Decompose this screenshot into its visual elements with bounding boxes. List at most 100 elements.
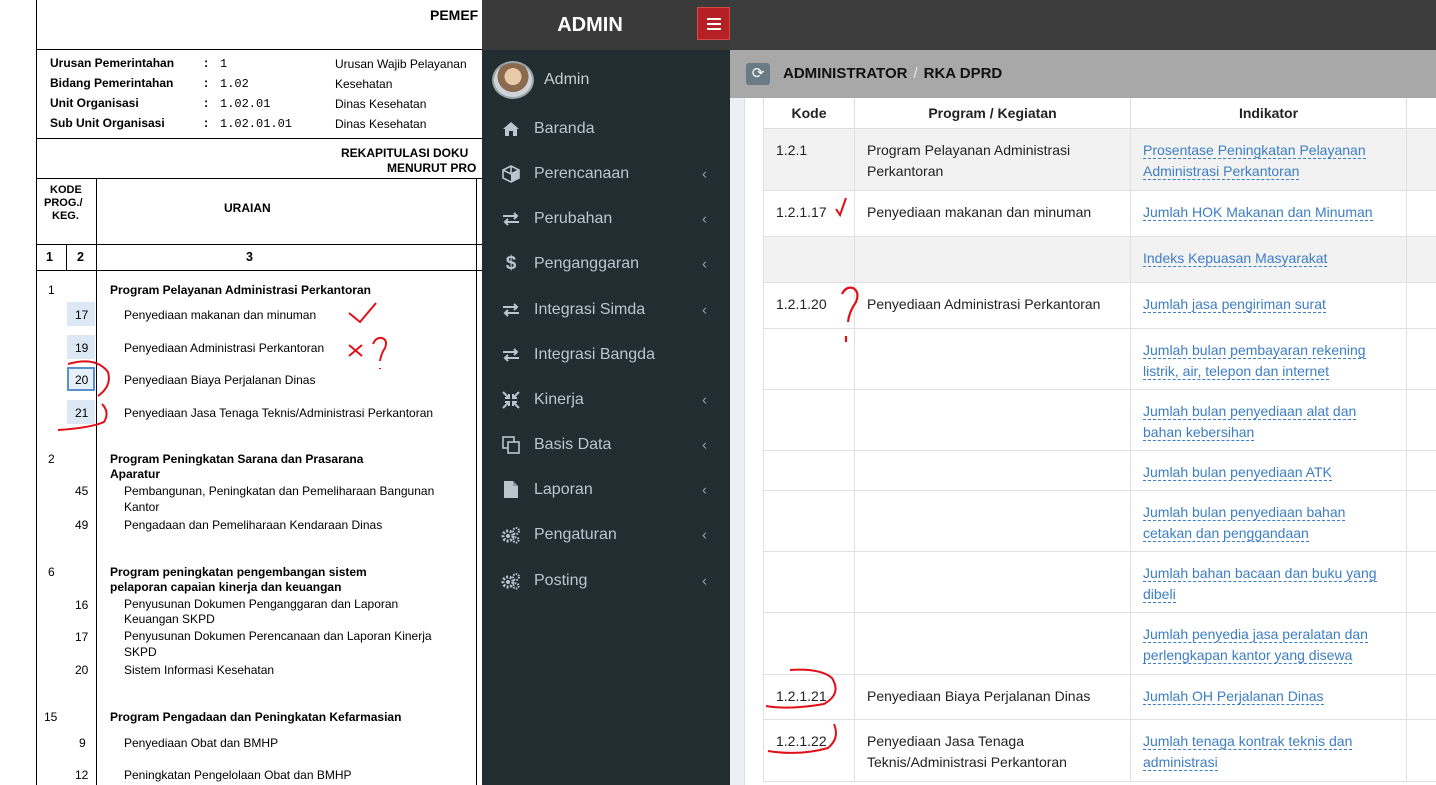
- indikator-link[interactable]: Jumlah OH Perjalanan Dinas: [1143, 687, 1324, 705]
- indikator-link[interactable]: Indeks Kepuasan Masyarakat: [1143, 249, 1328, 267]
- cell-program: [854, 489, 1131, 552]
- cell-program: [854, 449, 1131, 491]
- cell-extra: [1406, 388, 1436, 451]
- clone-icon: [501, 435, 521, 455]
- sidebar-item-basis-data[interactable]: Basis Data ‹: [482, 422, 730, 467]
- cell-kode: [763, 449, 855, 491]
- sidebar-item-laporan[interactable]: Laporan ‹: [482, 467, 730, 512]
- sidebar-item-integrasi-simda[interactable]: Integrasi Simda ‹: [482, 287, 730, 332]
- exchange-icon: [501, 345, 521, 365]
- sidebar-item-penganggaran[interactable]: $ Penganggaran ‹: [482, 241, 730, 286]
- chevron-left-icon: ‹: [702, 526, 707, 543]
- sidebar-item-label: Penganggaran: [534, 254, 639, 272]
- sidebar-item-label: Perencanaan: [534, 164, 630, 182]
- chevron-left-icon: ‹: [702, 391, 707, 408]
- top-navbar: [730, 0, 1436, 50]
- cell-kode: 1.2.1.21: [763, 673, 855, 720]
- compress-icon: [501, 390, 521, 410]
- sidebar-item-integrasi-bangda[interactable]: Integrasi Bangda: [482, 332, 730, 377]
- cell-indikator: Jumlah bahan bacaan dan buku yang dibeli: [1130, 550, 1407, 613]
- cell-kode: 1.2.1.20: [763, 281, 855, 329]
- cell-indikator: Jumlah bulan pembayaran rekening listrik…: [1130, 327, 1407, 390]
- sidebar-item-perencanaan[interactable]: Perencanaan ‹: [482, 151, 730, 196]
- indikator-link[interactable]: Jumlah bulan penyediaan bahan cetakan da…: [1143, 503, 1346, 542]
- table-row: 1.2.1.17 Penyediaan makanan dan minuman …: [763, 189, 1436, 237]
- table-row: 1.2.1.20 Penyediaan Administrasi Perkant…: [763, 281, 1436, 329]
- cell-indikator: Jumlah jasa pengiriman surat: [1130, 281, 1407, 329]
- cell-kode: 1.2.1: [763, 127, 855, 191]
- breadcrumb-item[interactable]: ADMINISTRATOR: [783, 65, 907, 82]
- exchange-icon: [501, 209, 521, 229]
- cell-extra: [1406, 449, 1436, 491]
- screenshot-root: PEMEF Urusan Pemerintahan Bidang Pemerin…: [0, 0, 1436, 785]
- table-panel: Kode Program / Kegiatan Indikator 1.2.1 …: [744, 98, 1436, 785]
- sidebar-item-label: Kinerja: [534, 390, 584, 408]
- indikator-link[interactable]: Prosentase Peningkatan Pelayanan Adminis…: [1143, 141, 1366, 180]
- chevron-left-icon: ‹: [702, 255, 707, 272]
- cell-program: Penyediaan Administrasi Perkantoran: [854, 281, 1131, 329]
- column-header-indikator: Indikator: [1130, 98, 1407, 129]
- refresh-icon[interactable]: ⟳: [746, 63, 770, 85]
- table-row: Jumlah bulan penyediaan alat dan bahan k…: [763, 388, 1436, 451]
- cell-program: Penyediaan makanan dan minuman: [854, 189, 1131, 237]
- sidebar-item-perubahan[interactable]: Perubahan ‹: [482, 196, 730, 241]
- indikator-link[interactable]: Jumlah bulan pembayaran rekening listrik…: [1143, 341, 1366, 380]
- bracket-annotation: [67, 360, 110, 397]
- table-header-row: Kode Program / Kegiatan Indikator: [763, 98, 1436, 129]
- table-row: 1.2.1.22 Penyediaan Jasa Tenaga Teknis/A…: [763, 718, 1436, 782]
- cell-program: Penyediaan Biaya Perjalanan Dinas: [854, 673, 1131, 720]
- exchange-icon: [501, 300, 521, 320]
- table-row: Jumlah bulan penyediaan bahan cetakan da…: [763, 489, 1436, 552]
- cell-indikator: Jumlah bulan penyediaan ATK: [1130, 449, 1407, 491]
- cell-program: Program Pelayanan Administrasi Perkantor…: [854, 127, 1131, 191]
- user-name: Admin: [544, 71, 590, 88]
- sidebar-item-label: Integrasi Simda: [534, 300, 646, 318]
- column-header-kode: Kode: [763, 98, 855, 129]
- home-icon: [501, 119, 521, 139]
- sidebar-item-label: Perubahan: [534, 209, 613, 227]
- cell-extra: [1406, 718, 1436, 782]
- cell-extra: [1406, 127, 1436, 191]
- indikator-link[interactable]: Jumlah bulan penyediaan ATK: [1143, 463, 1332, 481]
- column-header-extra: [1406, 98, 1436, 129]
- chevron-left-icon: ‹: [702, 481, 707, 498]
- sidebar-toggle-button[interactable]: [697, 7, 730, 40]
- indikator-link[interactable]: Jumlah jasa pengiriman surat: [1143, 295, 1326, 313]
- cell-extra: [1406, 235, 1436, 283]
- breadcrumb-item: RKA DPRD: [923, 65, 1003, 82]
- dollar-icon: $: [505, 252, 517, 274]
- sidebar-item-kinerja[interactable]: Kinerja ‹: [482, 377, 730, 422]
- sidebar-item-pengaturan[interactable]: Pengaturan ‹: [482, 512, 730, 557]
- cell-program: [854, 611, 1131, 675]
- breadcrumb-separator: /: [913, 65, 918, 82]
- cell-extra: [1406, 611, 1436, 675]
- cell-indikator: Indeks Kepuasan Masyarakat: [1130, 235, 1407, 283]
- indikator-link[interactable]: Jumlah tenaga kontrak teknis dan adminis…: [1143, 732, 1353, 771]
- sidebar-item-baranda[interactable]: Baranda: [482, 106, 730, 151]
- table-scroll-area[interactable]: Kode Program / Kegiatan Indikator 1.2.1 …: [763, 98, 1436, 785]
- cell-indikator: Jumlah bulan penyediaan alat dan bahan k…: [1130, 388, 1407, 451]
- handwritten-annotations: [57, 302, 387, 431]
- app-brand[interactable]: ADMIN: [482, 0, 698, 50]
- chevron-left-icon: ‹: [702, 301, 707, 318]
- cell-indikator: Jumlah HOK Makanan dan Minuman: [1130, 189, 1407, 237]
- checkmark-annotation: [348, 302, 377, 324]
- cell-indikator: Jumlah penyedia jasa peralatan dan perle…: [1130, 611, 1407, 675]
- cell-indikator: Jumlah bulan penyediaan bahan cetakan da…: [1130, 489, 1407, 552]
- cell-kode: [763, 550, 855, 613]
- indikator-link[interactable]: Jumlah bulan penyediaan alat dan bahan k…: [1143, 402, 1357, 441]
- indikator-link[interactable]: Jumlah HOK Makanan dan Minuman: [1143, 203, 1373, 221]
- sidebar-item-label: Baranda: [534, 119, 595, 137]
- cell-kode: [763, 327, 855, 390]
- cell-kode: 1.2.1.22: [763, 718, 855, 782]
- hamburger-icon: [706, 17, 721, 30]
- sidebar-item-posting[interactable]: Posting ‹: [482, 558, 730, 603]
- cell-indikator: Prosentase Peningkatan Pelayanan Adminis…: [1130, 127, 1407, 191]
- table-row: Jumlah bulan pembayaran rekening listrik…: [763, 327, 1436, 390]
- table-row: 1.2.1.21 Penyediaan Biaya Perjalanan Din…: [763, 673, 1436, 720]
- content-area: ⟳ ADMINISTRATOR / RKA DPRD Kode Program / …: [730, 50, 1436, 785]
- gears-icon: [501, 571, 521, 591]
- indikator-link[interactable]: Jumlah penyedia jasa peralatan dan perle…: [1143, 625, 1368, 664]
- cell-kode: [763, 489, 855, 552]
- indikator-link[interactable]: Jumlah bahan bacaan dan buku yang dibeli: [1143, 564, 1377, 603]
